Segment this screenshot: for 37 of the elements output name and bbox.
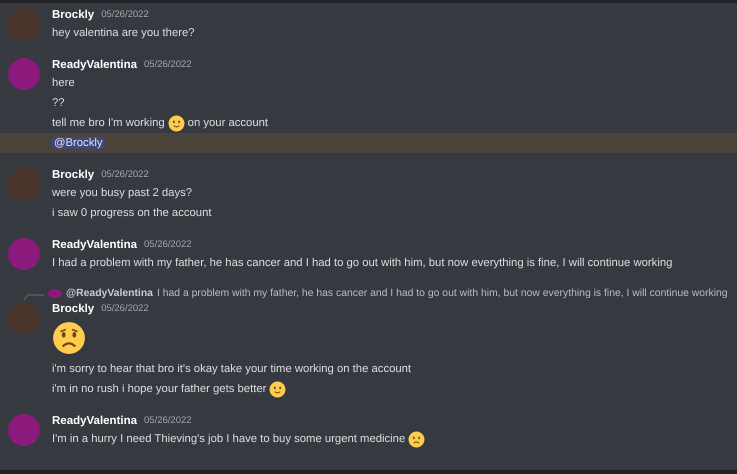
message-text: i'm sorry to hear that bro it's okay take your time working on the account (52, 363, 412, 375)
message-text: were you busy past 2 days? (52, 187, 192, 199)
timestamp: 05/26/2022 (144, 239, 192, 250)
message-text: here (52, 77, 75, 89)
message-text: tell me bro I'm working (52, 117, 165, 129)
avatar[interactable] (8, 168, 40, 200)
timestamp: 05/26/2022 (144, 415, 192, 426)
message-text: I'm in a hurry I need Thieving's job I have to buy some urgent medicine (52, 433, 406, 445)
reply-author[interactable]: @ReadyValentina (66, 288, 153, 298)
username[interactable]: Brockly (52, 168, 94, 180)
username[interactable]: ReadyValentina (52, 238, 138, 250)
username[interactable]: Brockly (52, 302, 94, 314)
timestamp: 05/26/2022 (101, 169, 149, 180)
avatar[interactable] (8, 414, 40, 446)
message-text: i'm in no rush i hope your father gets better (52, 383, 266, 395)
message-text: i saw 0 progress on the account (52, 207, 212, 219)
avatar[interactable] (8, 302, 40, 334)
frowning-face-icon (408, 430, 426, 448)
reply-connector (24, 294, 44, 300)
timestamp: 05/26/2022 (144, 59, 192, 70)
avatar[interactable] (8, 238, 40, 270)
message-text: hey valentina are you there? (52, 27, 195, 39)
mention-link[interactable]: @Brockly (52, 137, 105, 149)
smiling-face-icon (168, 114, 185, 132)
avatar[interactable] (8, 58, 40, 90)
message-text: on your account (188, 117, 268, 129)
avatar[interactable] (8, 8, 40, 40)
username[interactable]: Brockly (52, 8, 94, 20)
username[interactable]: ReadyValentina (52, 58, 138, 70)
timestamp: 05/26/2022 (101, 9, 149, 20)
message-text: ?? (52, 97, 65, 109)
smiling-face-icon (269, 380, 286, 398)
username[interactable]: ReadyValentina (52, 414, 138, 426)
reply-preview[interactable]: I had a problem with my father, he has cancer and I had to go out with him, but now everything is fine, I will continue working (156, 288, 728, 298)
timestamp: 05/26/2022 (101, 303, 149, 314)
message-text: I had a problem with my father, he has cancer and I had to go out with him, but now everything is fine, I will continue working (52, 257, 672, 269)
worried-face-icon (52, 321, 86, 355)
